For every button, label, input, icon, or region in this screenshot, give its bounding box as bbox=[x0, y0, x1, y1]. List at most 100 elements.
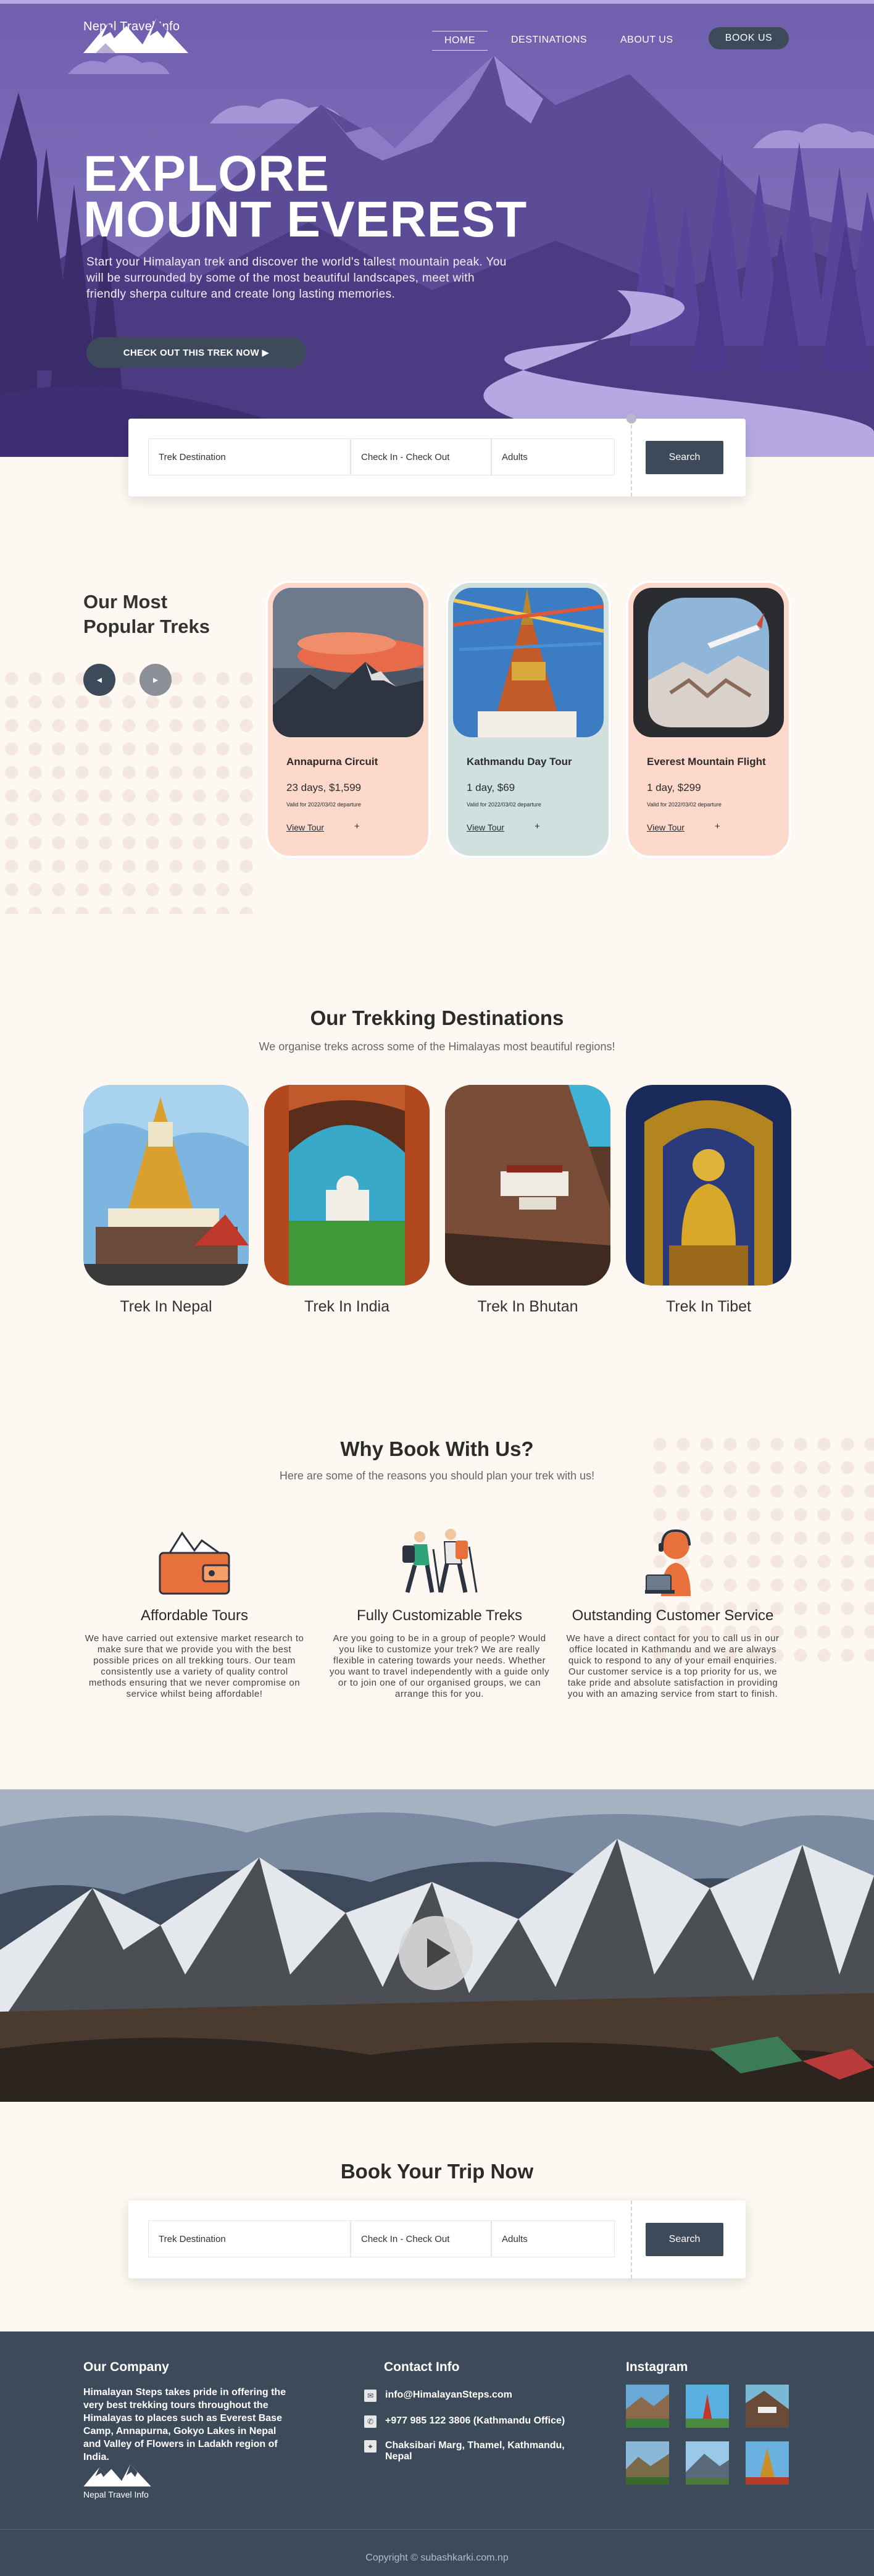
hero-title: EXPLORE MOUNT EVEREST bbox=[83, 146, 528, 248]
instagram-thumb[interactable] bbox=[626, 2385, 669, 2428]
destinations-title: Our Trekking Destinations bbox=[310, 1006, 564, 1029]
contact-phone[interactable]: ✆ +977 985 122 3806 (Kathmandu Office) bbox=[364, 2415, 565, 2428]
trek-card-validity: Valid for 2022/03/02 departure bbox=[286, 801, 361, 808]
email-icon: ✉ bbox=[364, 2390, 377, 2402]
instagram-thumb[interactable] bbox=[686, 2385, 729, 2428]
trek-card-price: 1 day, $69 bbox=[467, 782, 515, 793]
page: Nepal Travel Info HOME DESTINATIONS ABOU… bbox=[0, 0, 874, 2576]
destinations-subtitle: We organise treks across some of the Him… bbox=[259, 1040, 615, 1053]
play-icon bbox=[427, 1938, 451, 1968]
nav-home[interactable]: HOME bbox=[432, 31, 488, 51]
instagram-thumb[interactable] bbox=[626, 2441, 669, 2485]
destination-image-india[interactable] bbox=[264, 1085, 430, 1286]
view-tour-link[interactable]: View Tour bbox=[286, 822, 324, 832]
view-tour-link[interactable]: View Tour bbox=[467, 822, 504, 832]
dates-input[interactable]: Check In - Check Out bbox=[351, 438, 491, 475]
add-icon[interactable]: + bbox=[535, 821, 540, 832]
trek-card[interactable]: Kathmandu Day Tour 1 day, $69 Valid for … bbox=[446, 580, 611, 858]
trek-card-title: Everest Mountain Flight bbox=[647, 756, 766, 767]
logo-mountains-icon bbox=[83, 19, 188, 53]
phone-text: +977 985 122 3806 (Kathmandu Office) bbox=[385, 2415, 565, 2426]
destination-image-nepal[interactable] bbox=[83, 1085, 249, 1286]
copyright: Copyright © subashkarki.com.np bbox=[365, 2553, 509, 2563]
instagram-heading: Instagram bbox=[626, 2360, 688, 2374]
popular-title-line2: Popular Treks bbox=[83, 616, 210, 637]
booking-search-bar: Trek Destination Check In - Check Out Ad… bbox=[128, 2201, 746, 2278]
trek-card[interactable]: Everest Mountain Flight 1 day, $299 Vali… bbox=[626, 580, 791, 858]
add-icon[interactable]: + bbox=[715, 821, 720, 832]
hero-title-line1: EXPLORE bbox=[83, 146, 330, 202]
hikers-icon bbox=[389, 1528, 481, 1599]
popular-title-line1: Our Most bbox=[83, 591, 168, 613]
footer-logo[interactable]: Nepal Travel Info bbox=[83, 2464, 151, 2499]
hero-description: Start your Himalayan trek and discover t… bbox=[86, 256, 507, 301]
support-agent-icon bbox=[645, 1528, 701, 1599]
footer: Our Company Himalayan Steps takes pride … bbox=[0, 2331, 874, 2576]
why-item-text: We have carried out extensive market res… bbox=[85, 1633, 304, 1699]
view-tour-link[interactable]: View Tour bbox=[647, 822, 685, 832]
trek-card-validity: Valid for 2022/03/02 departure bbox=[647, 801, 722, 808]
destination-input[interactable]: Trek Destination bbox=[148, 2220, 351, 2257]
trek-card-title: Annapurna Circuit bbox=[286, 756, 378, 767]
trek-card-title: Kathmandu Day Tour bbox=[467, 756, 572, 767]
location-icon: ⌖ bbox=[364, 2440, 377, 2453]
booking-title: Book Your Trip Now bbox=[340, 2160, 534, 2183]
search-button[interactable]: Search bbox=[646, 441, 723, 474]
destination-image-tibet[interactable] bbox=[626, 1085, 791, 1286]
instagram-thumb[interactable] bbox=[746, 2441, 789, 2485]
instagram-thumb[interactable] bbox=[686, 2441, 729, 2485]
ticket-divider bbox=[631, 419, 632, 496]
contact-heading: Contact Info bbox=[384, 2360, 460, 2374]
hero-title-line2: MOUNT EVEREST bbox=[83, 191, 528, 248]
hero-cta-button[interactable]: CHECK OUT THIS TREK NOW ▶ bbox=[86, 337, 306, 368]
address-text: Chaksibari Marg, Thamel, Kathmandu, Nepa… bbox=[385, 2440, 565, 2462]
popular-title: Our Most Popular Treks bbox=[83, 590, 210, 639]
carousel-prev-button[interactable]: ◂ bbox=[83, 664, 115, 696]
phone-icon: ✆ bbox=[364, 2415, 377, 2428]
brand-logo[interactable]: Nepal Travel Info bbox=[83, 19, 194, 53]
trek-card-validity: Valid for 2022/03/02 departure bbox=[467, 801, 541, 808]
search-button[interactable]: Search bbox=[646, 2223, 723, 2256]
add-icon[interactable]: + bbox=[354, 821, 360, 832]
dates-input[interactable]: Check In - Check Out bbox=[351, 2220, 491, 2257]
nav-destinations[interactable]: DESTINATIONS bbox=[511, 35, 587, 46]
wallet-icon bbox=[157, 1528, 231, 1599]
nav-book-button[interactable]: BOOK US bbox=[709, 27, 789, 49]
trek-card[interactable]: Annapurna Circuit 23 days, $1,599 Valid … bbox=[265, 580, 431, 858]
why-item-text: We have a direct contact for you to call… bbox=[566, 1633, 780, 1699]
trek-card-price: 1 day, $299 bbox=[647, 782, 701, 793]
hero: Nepal Travel Info HOME DESTINATIONS ABOU… bbox=[0, 0, 874, 457]
destination-label[interactable]: Trek In Nepal bbox=[83, 1298, 249, 1316]
guests-input[interactable]: Adults bbox=[491, 2220, 615, 2257]
footer-divider bbox=[0, 2529, 874, 2530]
company-heading: Our Company bbox=[83, 2360, 169, 2374]
instagram-thumb[interactable] bbox=[746, 2385, 789, 2428]
company-text: Himalayan Steps takes pride in offering … bbox=[83, 2387, 286, 2462]
destination-input[interactable]: Trek Destination bbox=[148, 438, 351, 475]
why-item-title: Outstanding Customer Service bbox=[572, 1607, 774, 1624]
carousel-next-button[interactable]: ▸ bbox=[139, 664, 172, 696]
destination-label[interactable]: Trek In India bbox=[264, 1298, 430, 1316]
email-text: info@HimalayanSteps.com bbox=[385, 2390, 512, 2400]
dot-pattern-left bbox=[0, 667, 259, 914]
ticket-divider bbox=[631, 2201, 632, 2278]
logo-mountains-icon bbox=[83, 2464, 151, 2486]
destination-label[interactable]: Trek In Tibet bbox=[626, 1298, 791, 1316]
play-button[interactable] bbox=[399, 1916, 473, 1990]
why-item-title: Affordable Tours bbox=[141, 1607, 248, 1624]
contact-address: ⌖ Chaksibari Marg, Thamel, Kathmandu, Ne… bbox=[364, 2440, 586, 2462]
trek-card-image bbox=[453, 588, 604, 737]
guests-input[interactable]: Adults bbox=[491, 438, 615, 475]
contact-email[interactable]: ✉ info@HimalayanSteps.com bbox=[364, 2390, 512, 2402]
destination-label[interactable]: Trek In Bhutan bbox=[445, 1298, 610, 1316]
trek-card-price: 23 days, $1,599 bbox=[286, 782, 361, 793]
why-subtitle: Here are some of the reasons you should … bbox=[279, 1470, 595, 1482]
why-title: Why Book With Us? bbox=[340, 1437, 534, 1460]
nav-about[interactable]: ABOUT US bbox=[620, 35, 673, 46]
ticket-notch bbox=[626, 414, 636, 424]
why-item-title: Fully Customizable Treks bbox=[356, 1607, 523, 1624]
destination-image-bhutan[interactable] bbox=[445, 1085, 610, 1286]
why-item-text: Are you going to be in a group of people… bbox=[329, 1633, 550, 1699]
trek-card-image bbox=[633, 588, 784, 737]
search-bar: Trek Destination Check In - Check Out Ad… bbox=[128, 414, 746, 496]
